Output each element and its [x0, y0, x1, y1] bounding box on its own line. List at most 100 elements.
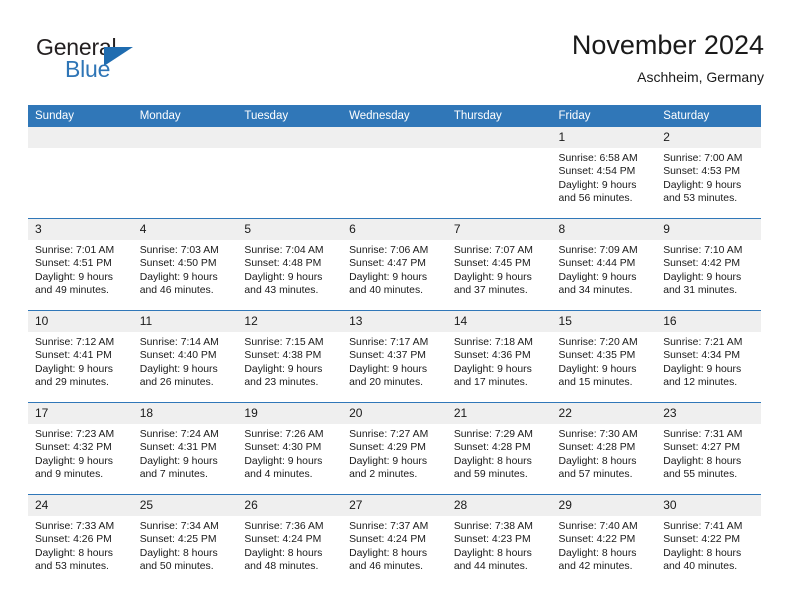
day-cell[interactable]: 7 Sunrise: 7:07 AM Sunset: 4:45 PM Dayli…	[446, 218, 552, 311]
day-cell[interactable]: 8 Sunrise: 7:09 AM Sunset: 4:44 PM Dayli…	[551, 218, 657, 311]
daylight-text-line1: Daylight: 9 hours	[349, 271, 428, 283]
daylight-text-line2: and 50 minutes.	[139, 561, 214, 573]
day-cell[interactable]: 27 Sunrise: 7:37 AM Sunset: 4:24 PM Dayl…	[342, 494, 447, 586]
day-number: 24	[28, 495, 133, 516]
day-details	[133, 148, 238, 152]
daylight-text-line2: and 59 minutes.	[453, 469, 528, 481]
sunset-text: Sunset: 4:41 PM	[35, 350, 112, 362]
day-cell[interactable]: 11 Sunrise: 7:14 AM Sunset: 4:40 PM Dayl…	[132, 310, 238, 403]
daylight-text-line2: and 56 minutes.	[558, 193, 633, 205]
day-cell[interactable]	[132, 127, 238, 219]
day-number: 16	[656, 311, 761, 332]
day-number	[446, 127, 552, 148]
day-number	[28, 127, 133, 148]
day-cell[interactable]: 15 Sunrise: 7:20 AM Sunset: 4:35 PM Dayl…	[551, 310, 657, 403]
sunrise-text: Sunrise: 7:18 AM	[453, 337, 533, 348]
day-cell[interactable]: 6 Sunrise: 7:06 AM Sunset: 4:47 PM Dayli…	[342, 218, 447, 311]
day-number: 1	[551, 127, 657, 148]
calendar-week-row: 17 Sunrise: 7:23 AM Sunset: 4:32 PM Dayl…	[28, 402, 761, 495]
day-cell[interactable]: 18 Sunrise: 7:24 AM Sunset: 4:31 PM Dayl…	[132, 402, 238, 495]
sunset-text: Sunset: 4:54 PM	[558, 166, 636, 178]
daylight-text-line1: Daylight: 9 hours	[35, 455, 113, 467]
day-number	[342, 127, 447, 148]
sunrise-text: Sunrise: 7:31 AM	[663, 429, 743, 440]
day-cell[interactable]: 13 Sunrise: 7:17 AM Sunset: 4:37 PM Dayl…	[342, 310, 447, 403]
day-cell[interactable]: 24 Sunrise: 7:33 AM Sunset: 4:26 PM Dayl…	[28, 494, 133, 586]
day-cell[interactable]: 20 Sunrise: 7:27 AM Sunset: 4:29 PM Dayl…	[342, 402, 447, 495]
sunrise-text: Sunrise: 7:20 AM	[558, 337, 638, 348]
sunset-text: Sunset: 4:24 PM	[244, 534, 322, 546]
daylight-text-line2: and 55 minutes.	[663, 469, 738, 481]
day-cell[interactable]: 26 Sunrise: 7:36 AM Sunset: 4:24 PM Dayl…	[237, 494, 343, 586]
daylight-text-line1: Daylight: 9 hours	[35, 271, 113, 283]
day-cell[interactable]: 5 Sunrise: 7:04 AM Sunset: 4:48 PM Dayli…	[237, 218, 343, 311]
sunset-text: Sunset: 4:51 PM	[35, 258, 112, 270]
day-details: Sunrise: 6:58 AM Sunset: 4:54 PM Dayligh…	[552, 148, 657, 206]
day-cell[interactable]: 12 Sunrise: 7:15 AM Sunset: 4:38 PM Dayl…	[237, 310, 343, 403]
day-number: 12	[237, 311, 343, 332]
day-number: 23	[656, 403, 761, 424]
daylight-text-line1: Daylight: 9 hours	[244, 455, 323, 467]
day-cell[interactable]: 17 Sunrise: 7:23 AM Sunset: 4:32 PM Dayl…	[28, 402, 133, 495]
day-number: 15	[551, 311, 657, 332]
sunset-text: Sunset: 4:27 PM	[663, 442, 741, 454]
day-cell[interactable]: 3 Sunrise: 7:01 AM Sunset: 4:51 PM Dayli…	[28, 218, 133, 311]
daylight-text-line1: Daylight: 8 hours	[244, 547, 323, 559]
daylight-text-line1: Daylight: 8 hours	[139, 547, 218, 559]
day-number: 25	[132, 495, 238, 516]
day-details: Sunrise: 7:36 AM Sunset: 4:24 PM Dayligh…	[237, 516, 342, 574]
day-cell[interactable]: 21 Sunrise: 7:29 AM Sunset: 4:28 PM Dayl…	[446, 402, 552, 495]
daylight-text-line2: and 26 minutes.	[139, 377, 214, 389]
day-details: Sunrise: 7:30 AM Sunset: 4:28 PM Dayligh…	[552, 424, 657, 482]
daylight-text-line1: Daylight: 8 hours	[35, 547, 113, 559]
day-details: Sunrise: 7:14 AM Sunset: 4:40 PM Dayligh…	[133, 332, 238, 390]
sunrise-text: Sunrise: 7:24 AM	[139, 429, 219, 440]
location-subtitle: Aschheim, Germany	[637, 69, 764, 85]
sunset-text: Sunset: 4:50 PM	[139, 258, 217, 270]
day-cell[interactable]	[446, 127, 552, 219]
day-cell[interactable]: 2 Sunrise: 7:00 AM Sunset: 4:53 PM Dayli…	[656, 127, 761, 219]
sunrise-text: Sunrise: 6:58 AM	[558, 153, 638, 164]
sunrise-text: Sunrise: 7:00 AM	[663, 153, 743, 164]
daylight-text-line2: and 12 minutes.	[663, 377, 738, 389]
weekday-header-sunday: Sunday	[28, 105, 133, 127]
sunset-text: Sunset: 4:22 PM	[558, 534, 636, 546]
day-cell[interactable]: 22 Sunrise: 7:30 AM Sunset: 4:28 PM Dayl…	[551, 402, 657, 495]
sunset-text: Sunset: 4:22 PM	[663, 534, 741, 546]
day-details: Sunrise: 7:06 AM Sunset: 4:47 PM Dayligh…	[342, 240, 447, 298]
day-cell[interactable]: 9 Sunrise: 7:10 AM Sunset: 4:42 PM Dayli…	[656, 218, 761, 311]
daylight-text-line1: Daylight: 9 hours	[35, 363, 113, 375]
day-cell[interactable]: 25 Sunrise: 7:34 AM Sunset: 4:25 PM Dayl…	[132, 494, 238, 586]
sunrise-text: Sunrise: 7:04 AM	[244, 245, 324, 256]
daylight-text-line1: Daylight: 8 hours	[453, 547, 532, 559]
day-number	[132, 127, 238, 148]
day-cell[interactable]: 4 Sunrise: 7:03 AM Sunset: 4:50 PM Dayli…	[132, 218, 238, 311]
day-details: Sunrise: 7:04 AM Sunset: 4:48 PM Dayligh…	[237, 240, 342, 298]
day-cell[interactable]	[237, 127, 343, 219]
day-cell[interactable]	[342, 127, 447, 219]
day-cell[interactable]: 1 Sunrise: 6:58 AM Sunset: 4:54 PM Dayli…	[551, 127, 657, 219]
day-cell[interactable]: 28 Sunrise: 7:38 AM Sunset: 4:23 PM Dayl…	[446, 494, 552, 586]
day-cell[interactable]: 19 Sunrise: 7:26 AM Sunset: 4:30 PM Dayl…	[237, 402, 343, 495]
day-cell[interactable]	[28, 127, 133, 219]
weekday-header-friday: Friday	[551, 105, 657, 127]
day-details: Sunrise: 7:24 AM Sunset: 4:31 PM Dayligh…	[133, 424, 238, 482]
day-cell[interactable]: 29 Sunrise: 7:40 AM Sunset: 4:22 PM Dayl…	[551, 494, 657, 586]
day-details: Sunrise: 7:03 AM Sunset: 4:50 PM Dayligh…	[133, 240, 238, 298]
general-blue-logo[interactable]: General Blue	[36, 34, 216, 90]
daylight-text-line2: and 43 minutes.	[244, 285, 319, 297]
day-number: 22	[551, 403, 657, 424]
day-cell[interactable]: 23 Sunrise: 7:31 AM Sunset: 4:27 PM Dayl…	[656, 402, 761, 495]
day-cell[interactable]: 10 Sunrise: 7:12 AM Sunset: 4:41 PM Dayl…	[28, 310, 133, 403]
sunset-text: Sunset: 4:34 PM	[663, 350, 741, 362]
daylight-text-line2: and 42 minutes.	[558, 561, 633, 573]
sunrise-text: Sunrise: 7:36 AM	[244, 521, 324, 532]
sunset-text: Sunset: 4:48 PM	[244, 258, 322, 270]
day-cell[interactable]: 30 Sunrise: 7:41 AM Sunset: 4:22 PM Dayl…	[656, 494, 761, 586]
day-cell[interactable]: 16 Sunrise: 7:21 AM Sunset: 4:34 PM Dayl…	[656, 310, 761, 403]
day-number: 28	[446, 495, 552, 516]
sunrise-text: Sunrise: 7:29 AM	[453, 429, 533, 440]
day-details: Sunrise: 7:37 AM Sunset: 4:24 PM Dayligh…	[342, 516, 447, 574]
daylight-text-line1: Daylight: 9 hours	[139, 271, 218, 283]
day-cell[interactable]: 14 Sunrise: 7:18 AM Sunset: 4:36 PM Dayl…	[446, 310, 552, 403]
